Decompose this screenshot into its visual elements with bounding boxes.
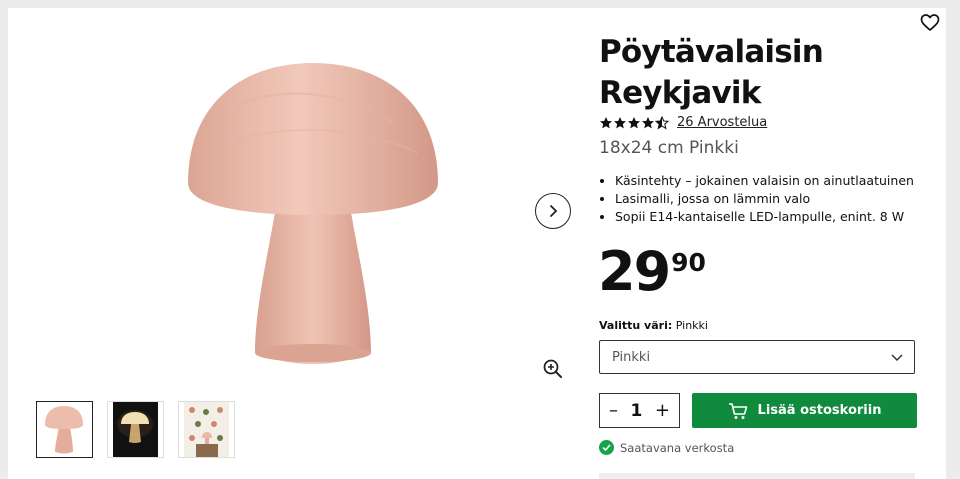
quantity-value[interactable]: 1 — [631, 401, 643, 421]
cart-icon — [728, 402, 747, 419]
increase-quantity-button[interactable]: + — [655, 401, 670, 420]
thumbnail-1[interactable] — [36, 401, 93, 458]
next-image-button[interactable] — [535, 193, 571, 229]
color-label: Valittu väri: — [599, 319, 673, 332]
chevron-right-icon — [550, 205, 558, 217]
zoom-in-icon — [543, 359, 562, 378]
color-select[interactable]: Pinkki — [599, 340, 915, 374]
product-variant: 18x24 cm Pinkki — [599, 138, 739, 158]
price-decimal: 90 — [671, 248, 706, 277]
thumbnail-strip — [36, 401, 235, 458]
add-to-cart-button[interactable]: Lisää ostoskoriin — [692, 393, 917, 428]
availability: Saatavana verkosta — [599, 440, 734, 455]
product-title: Pöytävalaisin Reykjavik — [599, 34, 824, 111]
star-icon — [600, 116, 612, 128]
reviews-link[interactable]: 26 Arvostelua — [677, 115, 767, 130]
feature-item: Käsintehty – jokainen valaisin on ainutl… — [615, 172, 914, 190]
availability-text: Saatavana verkosta — [620, 440, 735, 455]
thumbnail-2[interactable] — [107, 401, 164, 458]
price: 29 90 — [598, 238, 706, 306]
favorite-button[interactable] — [920, 13, 942, 35]
heart-icon — [920, 14, 940, 31]
rating-stars — [599, 115, 669, 130]
decrease-quantity-button[interactable]: – — [609, 401, 618, 420]
zoom-button[interactable] — [542, 358, 564, 380]
feature-item: Sopii E14-kantaiselle LED-lampulle, enin… — [615, 208, 914, 226]
feature-list: Käsintehty – jokainen valaisin on ainutl… — [599, 172, 914, 226]
thumbnail-3[interactable] — [178, 401, 235, 458]
check-circle-icon — [599, 440, 614, 455]
star-half-icon — [655, 115, 669, 129]
product-main-image[interactable] — [163, 53, 463, 383]
feature-item: Lasimalli, jossa on lämmin valo — [615, 190, 914, 208]
color-value: Pinkki — [675, 319, 708, 332]
product-card: Pöytävalaisin Reykjavik 26 Arvostelua 18… — [8, 8, 946, 479]
price-integer: 29 — [598, 240, 671, 303]
info-panel-edge — [599, 473, 915, 479]
star-icon — [642, 116, 654, 128]
color-select-value: Pinkki — [612, 349, 651, 365]
selected-color-label: Valittu väri: Pinkki — [599, 319, 708, 332]
rating: 26 Arvostelua — [599, 115, 767, 130]
quantity-stepper: – 1 + — [599, 393, 680, 428]
chevron-down-icon — [891, 354, 903, 362]
star-icon — [614, 116, 626, 128]
add-to-cart-label: Lisää ostoskoriin — [757, 403, 882, 418]
star-icon — [628, 116, 640, 128]
